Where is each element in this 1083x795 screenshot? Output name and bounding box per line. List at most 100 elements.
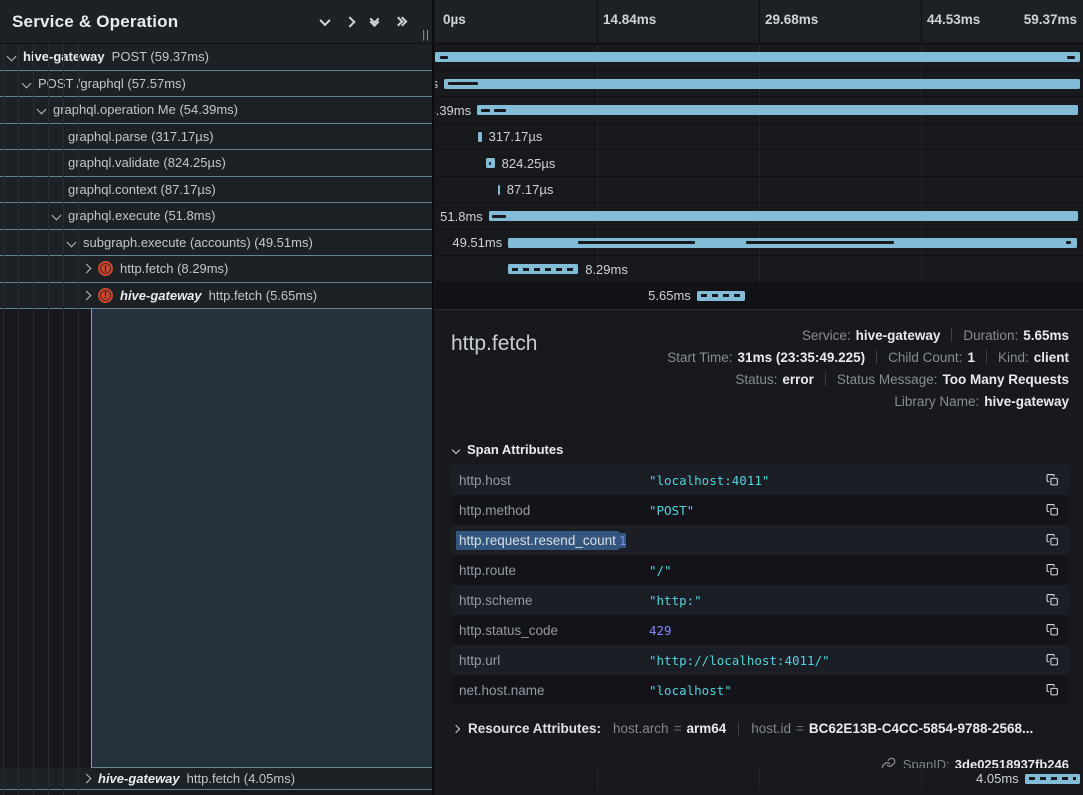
span-tree-row[interactable]: graphql.context (87.17µs) bbox=[0, 177, 432, 204]
span-bar[interactable] bbox=[697, 291, 745, 301]
waterfall-row[interactable]: 5.65ms bbox=[435, 283, 1083, 310]
attribute-row[interactable]: http.url "http://localhost:4011/" bbox=[451, 645, 1069, 675]
attribute-key: http.scheme bbox=[459, 593, 649, 608]
meta-value: 31ms (23:35:49.225) bbox=[738, 350, 866, 365]
waterfall-row[interactable]: 824.25µs bbox=[435, 150, 1083, 177]
resource-attributes-preview: host.arch=arm64host.id=BC62E13B-C4CC-585… bbox=[613, 721, 1033, 737]
tree-header-title: Service & Operation bbox=[12, 12, 178, 32]
service-name: hive-gateway bbox=[98, 771, 180, 786]
meta-value: 1 bbox=[967, 350, 975, 365]
span-bar[interactable] bbox=[508, 264, 578, 274]
waterfall-row[interactable]: 49.51ms bbox=[435, 230, 1083, 257]
waterfall-row[interactable]: 8.29ms bbox=[435, 256, 1083, 283]
collapse-all-icon[interactable] bbox=[371, 17, 378, 27]
span-id-value: 3de02518937fb246 bbox=[955, 757, 1069, 768]
span-tree-row[interactable]: subgraph.execute (accounts) (49.51ms) bbox=[0, 230, 432, 257]
copy-button[interactable] bbox=[1046, 533, 1059, 547]
span-attributes-header[interactable]: Span Attributes bbox=[453, 442, 1069, 457]
meta-divider bbox=[986, 350, 987, 364]
copy-button[interactable] bbox=[1046, 503, 1059, 517]
span-tree-row[interactable]: graphql.execute (51.8ms) bbox=[0, 203, 432, 230]
waterfall-row[interactable]: 87.17µs bbox=[435, 177, 1083, 204]
span-duration-label: 57.57ms bbox=[435, 76, 438, 91]
resource-value: arm64 bbox=[686, 721, 726, 736]
ruler-tick: 29.68ms bbox=[765, 12, 818, 27]
tree-chevron-icon[interactable] bbox=[52, 211, 62, 221]
waterfall-row[interactable]: 4.05ms bbox=[435, 768, 1083, 791]
expand-one-icon[interactable] bbox=[344, 16, 355, 27]
span-detail-header: http.fetch Service:hive-gatewayDuration:… bbox=[451, 324, 1069, 412]
meta-divider bbox=[876, 350, 877, 364]
copy-button[interactable] bbox=[1046, 593, 1059, 607]
tree-chevron-icon[interactable] bbox=[82, 264, 92, 274]
ruler-tick: 59.37ms bbox=[1024, 12, 1077, 27]
span-tree-row[interactable]: hive-gateway http.fetch (4.05ms) bbox=[0, 768, 432, 791]
attribute-row[interactable]: http.scheme "http:" bbox=[451, 585, 1069, 615]
span-bar[interactable] bbox=[477, 105, 1078, 115]
span-bar[interactable] bbox=[444, 79, 1080, 89]
tree-chevron-icon[interactable] bbox=[82, 290, 92, 300]
span-bar[interactable] bbox=[498, 185, 500, 195]
ruler-tick: 44.53ms bbox=[927, 12, 980, 27]
span-tree-row[interactable]: POST /graphql (57.57ms) bbox=[0, 71, 432, 98]
attribute-row[interactable]: http.method "POST" bbox=[451, 495, 1069, 525]
span-duration-label: 4.05ms bbox=[976, 771, 1019, 786]
operation-label: POST /graphql (57.57ms) bbox=[38, 76, 186, 91]
span-tree-row[interactable]: hive-gateway http.fetch (5.65ms) bbox=[0, 283, 432, 310]
tree-chevron-icon[interactable] bbox=[7, 52, 17, 62]
tree-chevron-icon[interactable] bbox=[22, 78, 32, 88]
copy-button[interactable] bbox=[1046, 653, 1059, 667]
copy-button[interactable] bbox=[1046, 623, 1059, 637]
tree-chevron-icon[interactable] bbox=[67, 237, 77, 247]
attribute-row[interactable]: http.route "/" bbox=[451, 555, 1069, 585]
copy-icon bbox=[1046, 563, 1059, 577]
attribute-row[interactable]: http.request.resend_count 1 bbox=[451, 525, 1069, 555]
attribute-row[interactable]: net.host.name "localhost" bbox=[451, 675, 1069, 705]
meta-value: hive-gateway bbox=[856, 328, 941, 343]
attribute-row[interactable]: http.host "localhost:4011" bbox=[451, 465, 1069, 495]
span-tree-row[interactable]: graphql.validate (824.25µs) bbox=[0, 150, 432, 177]
span-id-label: SpanID: bbox=[903, 757, 950, 768]
waterfall-row[interactable]: 54.39ms bbox=[435, 97, 1083, 124]
meta-divider bbox=[825, 372, 826, 386]
copy-icon bbox=[1046, 683, 1059, 697]
span-bar[interactable] bbox=[435, 52, 1080, 62]
span-bar[interactable] bbox=[489, 211, 1078, 221]
chevron-down-icon bbox=[452, 445, 460, 453]
copy-button[interactable] bbox=[1046, 473, 1059, 487]
copy-button[interactable] bbox=[1046, 683, 1059, 697]
resource-value: BC62E13B-C4CC-5854-9788-2568... bbox=[809, 721, 1033, 736]
copy-button[interactable] bbox=[1046, 563, 1059, 577]
span-bar[interactable] bbox=[1025, 774, 1080, 784]
span-tree-row[interactable]: graphql.operation Me (54.39ms) bbox=[0, 97, 432, 124]
tree-chevron-icon[interactable] bbox=[37, 105, 47, 115]
attribute-value: "POST" bbox=[649, 503, 1036, 518]
waterfall-row[interactable]: 317.17µs bbox=[435, 124, 1083, 151]
waterfall-row[interactable]: 57.57ms bbox=[435, 71, 1083, 98]
span-bar[interactable] bbox=[486, 158, 494, 168]
collapse-one-icon[interactable] bbox=[319, 14, 330, 25]
attribute-key: http.method bbox=[459, 503, 649, 518]
span-duration-label: 54.39ms bbox=[435, 103, 471, 118]
span-bar[interactable] bbox=[508, 238, 1077, 248]
meta-label: Child Count: bbox=[888, 350, 962, 365]
waterfall-row[interactable] bbox=[435, 44, 1083, 71]
resource-attributes-row[interactable]: Resource Attributes: host.arch=arm64host… bbox=[453, 721, 1069, 737]
span-bar[interactable] bbox=[478, 132, 482, 142]
copy-icon bbox=[1046, 503, 1059, 517]
expand-all-icon[interactable] bbox=[395, 18, 406, 25]
panel-resize-handle[interactable]: || bbox=[422, 30, 430, 41]
resource-divider bbox=[738, 722, 739, 737]
meta-value: 5.65ms bbox=[1023, 328, 1069, 343]
span-tree-row[interactable]: http.fetch (8.29ms) bbox=[0, 256, 432, 283]
span-tree-row[interactable]: graphql.parse (317.17µs) bbox=[0, 124, 432, 151]
ruler-tick: 14.84ms bbox=[603, 12, 656, 27]
attribute-row[interactable]: http.status_code 429 bbox=[451, 615, 1069, 645]
trace-viewer: Service & Operation || hive-gateway POST… bbox=[0, 0, 1083, 795]
waterfall-row[interactable]: 51.8ms bbox=[435, 203, 1083, 230]
tree-chevron-icon[interactable] bbox=[82, 773, 92, 783]
span-tree-row[interactable]: hive-gateway POST (59.37ms) bbox=[0, 44, 432, 71]
span-meta-line: Service:hive-gatewayDuration:5.65ms bbox=[667, 324, 1069, 346]
span-duration-label: 5.65ms bbox=[648, 288, 691, 303]
link-icon[interactable] bbox=[881, 757, 896, 768]
